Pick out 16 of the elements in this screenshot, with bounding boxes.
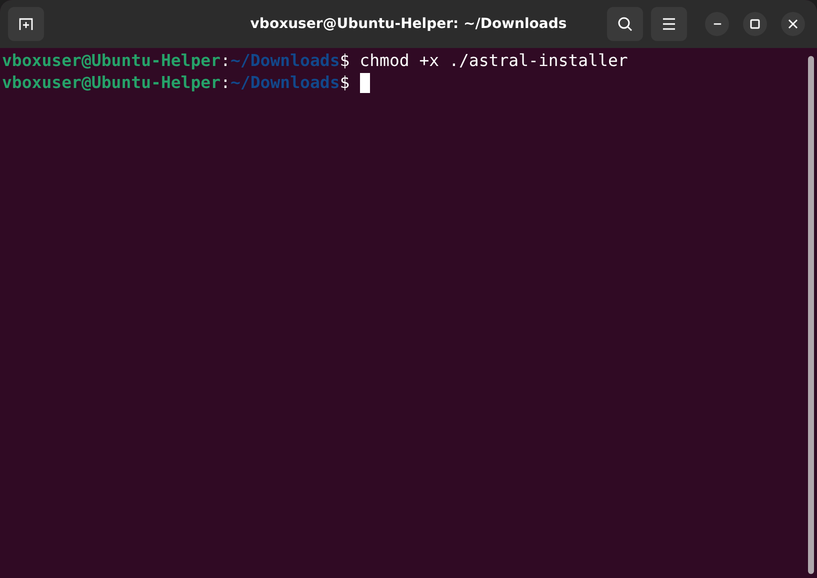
close-icon: [788, 19, 798, 29]
minimize-button[interactable]: [705, 12, 729, 36]
new-tab-icon: [18, 16, 34, 32]
menu-icon: [662, 18, 676, 30]
new-tab-button[interactable]: [8, 7, 44, 41]
close-button[interactable]: [781, 12, 805, 36]
search-icon: [617, 16, 633, 32]
maximize-button[interactable]: [743, 12, 767, 36]
minimize-icon: [712, 23, 722, 25]
terminal-line: vboxuser@Ubuntu-Helper:~/Downloads$ chmod +x ./astral-installer: [2, 50, 628, 72]
maximize-icon: [750, 19, 760, 29]
terminal-line: vboxuser@Ubuntu-Helper:~/Downloads$: [2, 72, 350, 94]
scrollbar[interactable]: [808, 56, 814, 574]
window-title: vboxuser@Ubuntu-Helper: ~/Downloads: [250, 16, 567, 32]
search-button[interactable]: [607, 7, 643, 41]
menu-button[interactable]: [651, 7, 687, 41]
